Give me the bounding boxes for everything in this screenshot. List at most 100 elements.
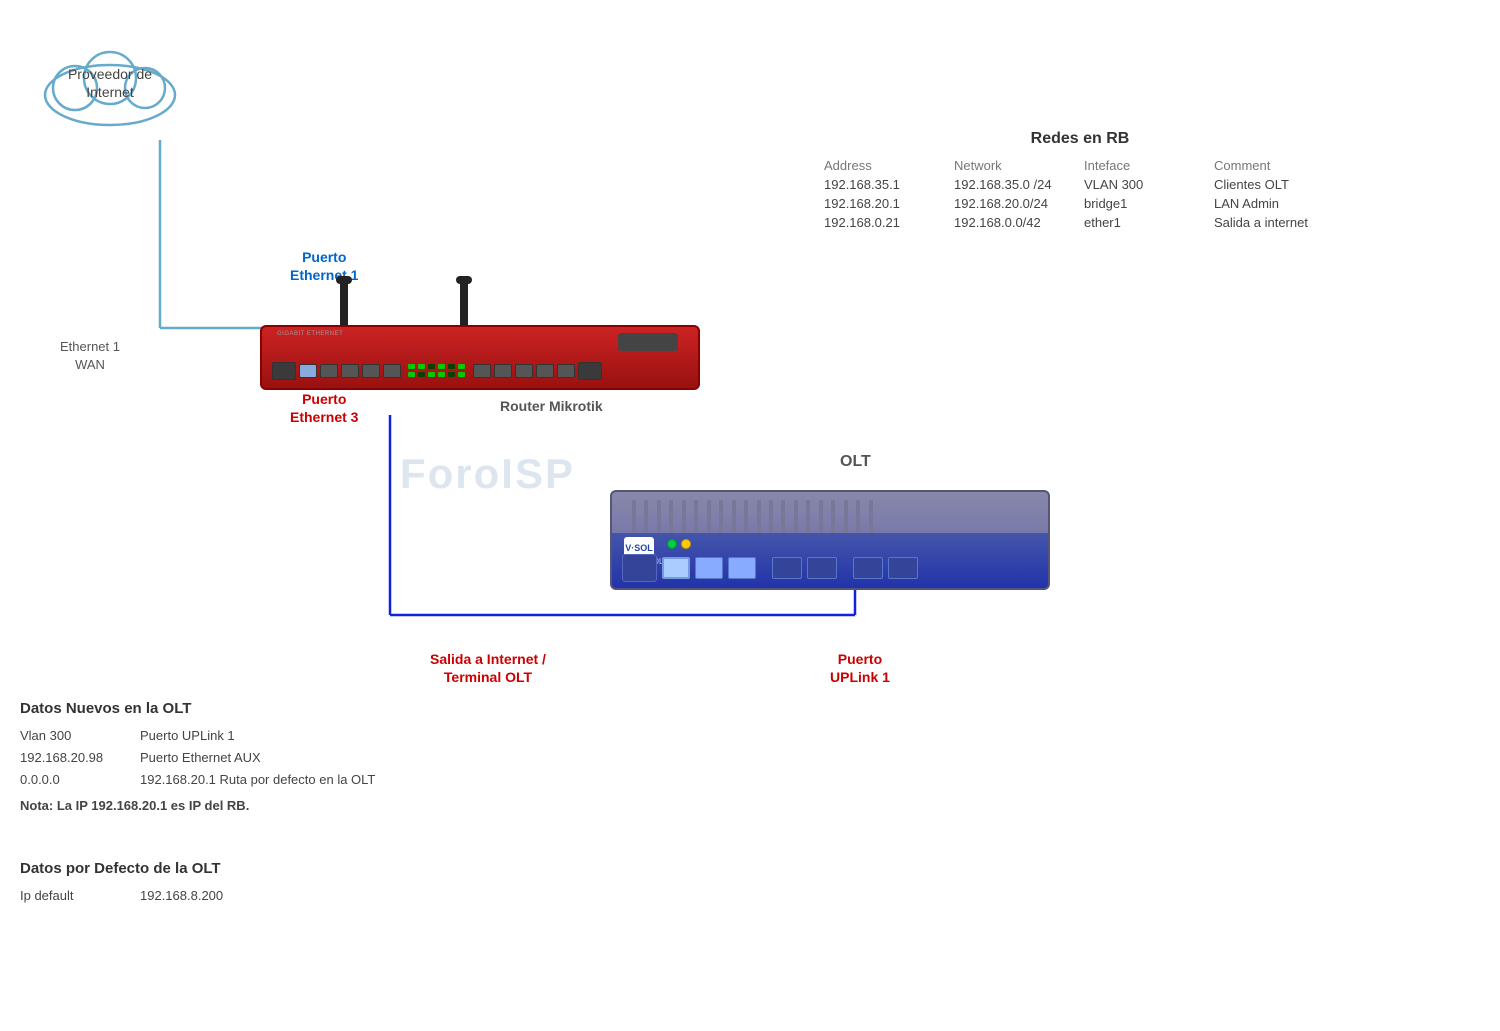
led5 [448, 364, 455, 369]
vent9 [732, 500, 736, 535]
olt-ports-row [622, 554, 918, 582]
col-interface-header: Inteface [1080, 156, 1210, 175]
olt-sfp3 [853, 557, 883, 579]
led6 [458, 364, 465, 369]
datos-defecto: Datos por Defecto de la OLT Ip default 1… [20, 860, 420, 907]
label-olt: OLT [840, 453, 871, 471]
vent11 [757, 500, 761, 535]
vent19 [856, 500, 860, 535]
vent2 [644, 500, 648, 535]
row3-interface: ether1 [1080, 213, 1210, 232]
vsol-logo-text: V·SOL [625, 543, 653, 553]
led2 [418, 364, 425, 369]
port-sfp [272, 362, 296, 380]
row2-address: 192.168.20.1 [820, 194, 950, 213]
port-eth1 [299, 364, 317, 378]
datos-row2: 192.168.20.98 Puerto Ethernet AUX [20, 747, 520, 769]
olt-device: V·SOL GPON OLT [610, 490, 1050, 640]
uplink-line1: Puerto [838, 651, 882, 667]
led7 [408, 372, 415, 377]
datos-nuevos: Datos Nuevos en la OLT Vlan 300 Puerto U… [20, 700, 520, 817]
port-eth4 [362, 364, 380, 378]
row1-address: 192.168.35.1 [820, 175, 950, 194]
olt-front-panel: V·SOL GPON OLT [612, 533, 1050, 588]
vent3 [657, 500, 661, 535]
label-wan: Ethernet 1 WAN [60, 338, 120, 374]
salida-line2: Terminal OLT [444, 669, 532, 685]
label-uplink: Puerto UPLink 1 [830, 650, 890, 686]
port-eth10 [557, 364, 575, 378]
port-eth5 [383, 364, 401, 378]
vent13 [781, 500, 785, 535]
olt-uplink-port1 [662, 557, 690, 579]
vent20 [869, 500, 873, 535]
olt-port1 [695, 557, 723, 579]
salida-line1: Salida a Internet / [430, 651, 546, 667]
datos-row1-col1: Vlan 300 [20, 725, 140, 747]
vent10 [744, 500, 748, 535]
defecto-row1-col2: 192.168.8.200 [140, 885, 420, 907]
olt-sfp4 [888, 557, 918, 579]
indicator-sys [667, 539, 677, 549]
label-salida: Salida a Internet / Terminal OLT [430, 650, 546, 686]
vent8 [719, 500, 723, 535]
cloud-line1: Proveedor de [68, 66, 152, 82]
port-eth8 [515, 364, 533, 378]
antenna-tip-left [336, 276, 352, 284]
redes-grid: Address Network Inteface Comment 192.168… [820, 156, 1340, 232]
vent5 [682, 500, 686, 535]
row1-comment: Clientes OLT [1210, 175, 1340, 194]
row2-comment: LAN Admin [1210, 194, 1340, 213]
cloud-line2: Internet [86, 84, 133, 100]
led12 [458, 372, 465, 377]
vent17 [831, 500, 835, 535]
datos-row1-col2: Puerto UPLink 1 [140, 725, 520, 747]
cloud-label: Proveedor de Internet [30, 65, 190, 101]
port-eth7 [494, 364, 512, 378]
indicator-pon [681, 539, 691, 549]
led9 [428, 372, 435, 377]
col-network-header: Network [950, 156, 1080, 175]
router-body: GIGABIT ETHERNET [260, 325, 700, 390]
olt-reset-button-area [622, 554, 657, 582]
datos-nuevos-title: Datos Nuevos en la OLT [20, 700, 520, 717]
olt-body: V·SOL GPON OLT [610, 490, 1050, 590]
olt-sfp1 [772, 557, 802, 579]
led11 [448, 372, 455, 377]
port-eth3 [341, 364, 359, 378]
wan-line2: WAN [75, 357, 105, 372]
vent15 [806, 500, 810, 535]
led-group [408, 364, 466, 378]
diagram-container: .cloud-path { fill: none; stroke: #66aac… [0, 0, 1500, 1031]
led3 [428, 364, 435, 369]
row1-interface: VLAN 300 [1080, 175, 1210, 194]
olt-indicators [667, 539, 691, 549]
led1 [408, 364, 415, 369]
led10 [438, 372, 445, 377]
router-screen [618, 333, 678, 351]
row2-network: 192.168.20.0/24 [950, 194, 1080, 213]
row2-interface: bridge1 [1080, 194, 1210, 213]
datos-row3: 0.0.0.0 192.168.20.1 Ruta por defecto en… [20, 769, 520, 791]
watermark-text: ForoISP [400, 450, 575, 497]
row1-network: 192.168.35.0 /24 [950, 175, 1080, 194]
led4 [438, 364, 445, 369]
vent6 [694, 500, 698, 535]
port-eth2 [320, 364, 338, 378]
row3-network: 192.168.0.0/42 [950, 213, 1080, 232]
row3-comment: Salida a internet [1210, 213, 1340, 232]
defecto-row1-col1: Ip default [20, 885, 140, 907]
led8 [418, 372, 425, 377]
vent12 [769, 500, 773, 535]
olt-port2 [728, 557, 756, 579]
datos-nota-text: Nota: La IP 192.168.20.1 es IP del RB. [20, 795, 520, 817]
router-label-left: GIGABIT ETHERNET [277, 331, 343, 337]
datos-row3-col1: 0.0.0.0 [20, 769, 140, 791]
datos-nota: Nota: La IP 192.168.20.1 es IP del RB. [20, 795, 520, 817]
vent4 [669, 500, 673, 535]
antenna-tip-right [456, 276, 472, 284]
vent14 [794, 500, 798, 535]
datos-row3-col2: 192.168.20.1 Ruta por defecto en la OLT [140, 769, 520, 791]
vent7 [707, 500, 711, 535]
datos-row2-col2: Puerto Ethernet AUX [140, 747, 520, 769]
